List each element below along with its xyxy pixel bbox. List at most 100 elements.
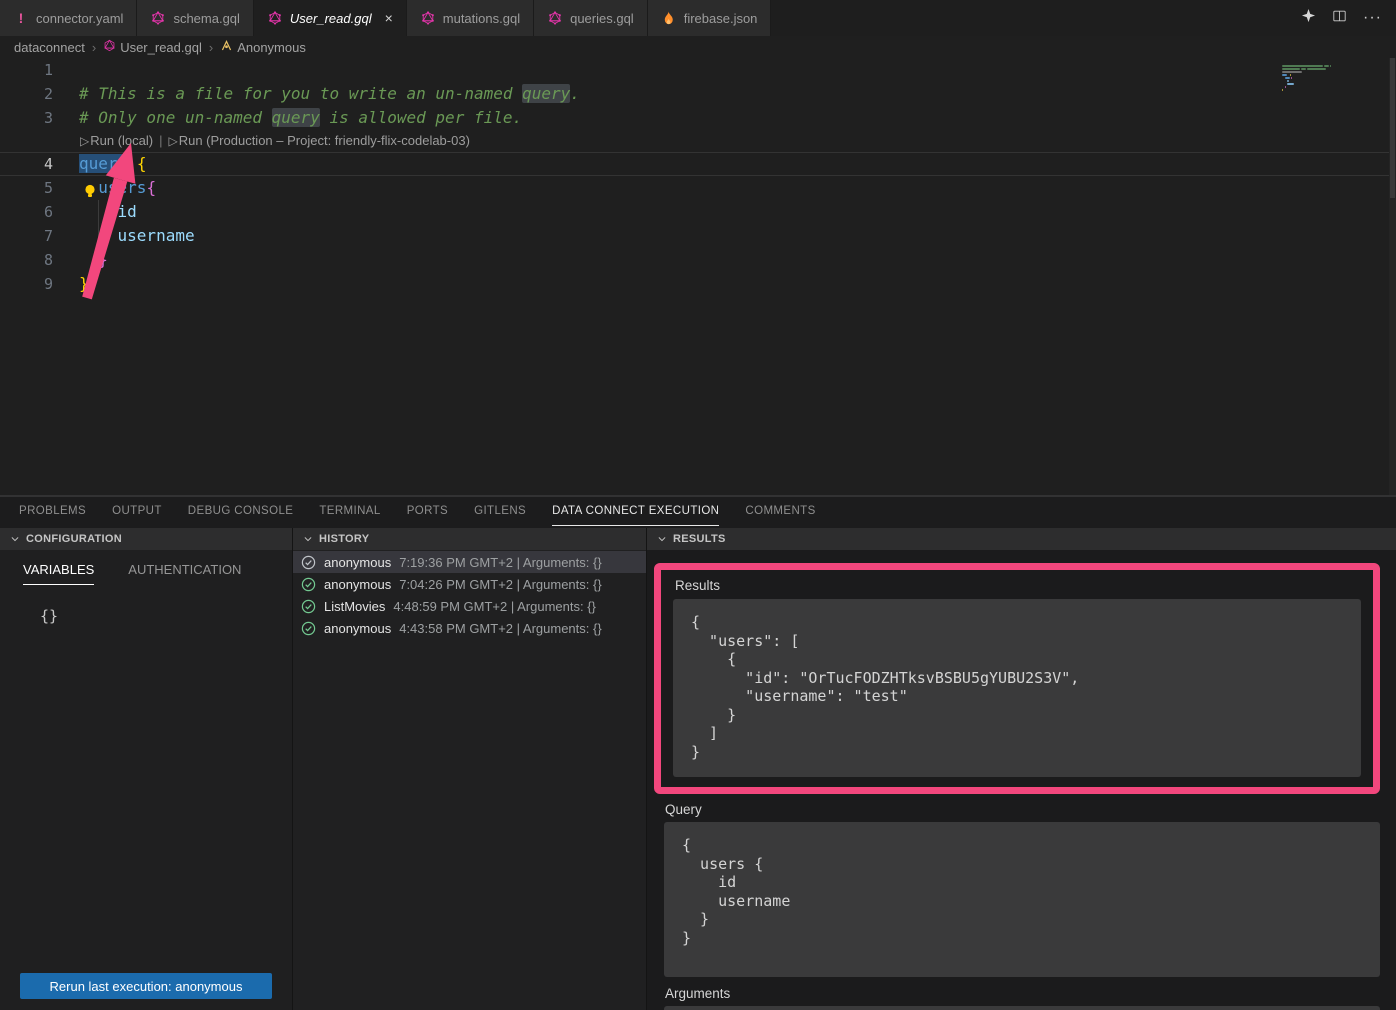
line-number: 1 (0, 58, 53, 82)
panel-tab-terminal[interactable]: TERMINAL (319, 497, 380, 526)
code-text: # This is a file for you to write an un-… (53, 82, 580, 106)
editor-line[interactable]: 2# This is a file for you to write an un… (0, 82, 1396, 106)
editor-line[interactable]: 3# Only one un-named query is allowed pe… (0, 106, 1396, 130)
tab-queries.gql[interactable]: queries.gql (534, 0, 648, 36)
line-number: 5 (0, 176, 53, 200)
more-actions-icon[interactable]: ··· (1363, 9, 1382, 27)
tab-label: queries.gql (570, 11, 634, 26)
results-header-label: RESULTS (673, 533, 726, 545)
tab-User_read.gql[interactable]: User_read.gql× (254, 0, 407, 36)
editor-tab-bar: ! connector.yaml schema.gqlUser_read.gql× m… (0, 0, 1396, 36)
line-number: 6 (0, 200, 53, 224)
code-text: } (53, 272, 89, 296)
configuration-tabs: VARIABLES AUTHENTICATION (23, 562, 292, 585)
indent-guide (98, 200, 99, 272)
panel-body: CONFIGURATION VARIABLES AUTHENTICATION {… (0, 528, 1396, 1010)
tab-label: connector.yaml (36, 11, 123, 26)
breadcrumb-label: User_read.gql (120, 40, 202, 55)
copilot-sparkle-icon[interactable] (1301, 8, 1316, 28)
history-item[interactable]: anonymous 4:43:58 PM GMT+2 | Arguments: {… (293, 617, 646, 639)
editor-scrollbar[interactable] (1389, 58, 1396, 495)
graphql-icon (420, 11, 436, 25)
editor-line[interactable]: 1 (0, 58, 1396, 82)
history-item[interactable]: ListMovies4:48:59 PM GMT+2 | Arguments: … (293, 595, 646, 617)
history-list: anonymous7:19:36 PM GMT+2 | Arguments: {… (293, 551, 646, 639)
tab-label: mutations.gql (443, 11, 520, 26)
run-production-link[interactable]: ▷Run (Production – Project: friendly-fli… (168, 130, 469, 152)
history-header[interactable]: HISTORY (293, 528, 646, 550)
history-item[interactable]: anonymous7:19:36 PM GMT+2 | Arguments: {… (293, 551, 646, 573)
editor-line[interactable]: 8 } (0, 248, 1396, 272)
code-text: # Only one un-named query is allowed per… (53, 106, 522, 130)
query-box: { users { id username } } (664, 822, 1380, 977)
run-local-link[interactable]: ▷Run (local) (80, 130, 153, 152)
graphql-icon (547, 11, 563, 25)
close-tab-icon[interactable]: × (385, 10, 393, 26)
line-number: 9 (0, 272, 53, 296)
tab-mutations.gql[interactable]: mutations.gql (407, 0, 534, 36)
chevron-down-icon (303, 534, 313, 544)
panel-tab-gitlens[interactable]: GITLENS (474, 497, 526, 526)
run-icon: ▷ (168, 134, 177, 148)
panel-tab-output[interactable]: OUTPUT (112, 497, 162, 526)
history-item-name: anonymous (324, 621, 391, 636)
check-circle-icon (301, 577, 316, 592)
breadcrumb-item-dataconnect[interactable]: dataconnect (14, 40, 85, 55)
line-number: 3 (0, 106, 53, 130)
editor-line[interactable]: 9} (0, 272, 1396, 296)
graphql-icon (267, 11, 283, 25)
tab-connector.yaml[interactable]: ! connector.yaml (0, 0, 137, 36)
breadcrumb-label: Anonymous (237, 40, 306, 55)
panel-tab-debug-console[interactable]: DEBUG CONSOLE (188, 497, 294, 526)
minimap[interactable] (1282, 62, 1334, 92)
results-section: RESULTS Results { "users": [ { "id": "Or… (647, 528, 1396, 1010)
line-number: 7 (0, 224, 53, 248)
warning-icon: ! (13, 10, 29, 26)
tab-variables[interactable]: VARIABLES (23, 562, 94, 585)
tab-label: firebase.json (684, 11, 758, 26)
panel-tab-comments[interactable]: COMMENTS (745, 497, 815, 526)
breadcrumb-item-file[interactable]: User_read.gql (103, 39, 202, 55)
code-text: id (53, 200, 137, 224)
check-circle-icon (301, 599, 316, 614)
variables-value[interactable]: {} (40, 607, 292, 625)
editor-line[interactable]: 5 users{ (0, 176, 1396, 200)
code-text: query { (53, 152, 146, 176)
history-item[interactable]: anonymous7:04:26 PM GMT+2 | Arguments: {… (293, 573, 646, 595)
run-icon: ▷ (80, 134, 89, 148)
history-item-name: ListMovies (324, 599, 385, 614)
breadcrumb-item-symbol[interactable]: Anonymous (220, 39, 306, 55)
tab-bar-tabs: ! connector.yaml schema.gqlUser_read.gql× m… (0, 0, 771, 36)
editor-line[interactable]: 6 id (0, 200, 1396, 224)
history-item-detail: 7:04:26 PM GMT+2 | Arguments: {} (399, 577, 601, 592)
tab-bar-actions: ··· (1301, 0, 1396, 36)
code-editor[interactable]: 12# This is a file for you to write an u… (0, 58, 1396, 495)
split-editor-icon[interactable] (1332, 9, 1347, 28)
tab-schema.gql[interactable]: schema.gql (137, 0, 253, 36)
tab-authentication[interactable]: AUTHENTICATION (128, 562, 241, 585)
graphql-icon (150, 11, 166, 25)
history-section: HISTORY anonymous7:19:36 PM GMT+2 | Argu… (293, 528, 647, 1010)
configuration-header-label: CONFIGURATION (26, 533, 122, 545)
editor-line[interactable]: 4query { (0, 152, 1396, 176)
code-lens: ▷Run (local) | ▷Run (Production – Project:… (0, 130, 1396, 152)
results-json-box: { "users": [ { "id": "OrTucFODZHTksvBSBU… (673, 599, 1361, 777)
chevron-down-icon (657, 534, 667, 544)
rerun-last-execution-button[interactable]: Rerun last execution: anonymous (20, 973, 272, 999)
code-text (53, 58, 79, 82)
editor-line[interactable]: 7 username (0, 224, 1396, 248)
panel-tab-problems[interactable]: PROBLEMS (19, 497, 86, 526)
configuration-section: CONFIGURATION VARIABLES AUTHENTICATION {… (0, 528, 293, 1010)
configuration-header[interactable]: CONFIGURATION (0, 528, 292, 550)
line-number: 4 (0, 152, 53, 176)
panel-tab-ports[interactable]: PORTS (407, 497, 448, 526)
tab-firebase.json[interactable]: firebase.json (648, 0, 772, 36)
breadcrumb: dataconnect › User_read.gql › Anonymous (0, 36, 1396, 58)
graphql-icon (103, 39, 116, 55)
history-item-detail: 4:43:58 PM GMT+2 | Arguments: {} (399, 621, 601, 636)
results-header[interactable]: RESULTS (647, 528, 1396, 550)
vscode-window: !connector.yamlschema.gqlUser_read.gql×m… (0, 0, 1396, 1010)
code-lens-separator: | (159, 130, 162, 152)
panel-tab-data-connect-execution[interactable]: DATA CONNECT EXECUTION (552, 497, 719, 526)
code-text: username (53, 224, 195, 248)
